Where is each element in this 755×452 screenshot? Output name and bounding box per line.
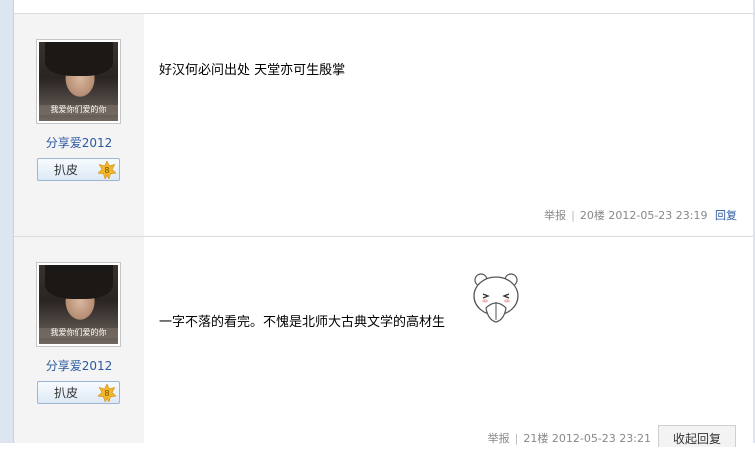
post-content: 好汉何必问出处 天堂亦可生殷掌 (159, 63, 346, 78)
floor-number: 21楼 (523, 432, 549, 445)
post-actions: 举报 | 21楼 2012-05-23 23:21 (487, 432, 651, 445)
collapse-replies-button[interactable]: 收起回复 (658, 425, 736, 447)
page-left-margin (0, 0, 14, 443)
reply-link[interactable]: 回复 (715, 209, 737, 222)
post-floor-20: 我爱你们爱的你 分享爱2012 扒皮 8 好汉何必问出处 天堂亦可生殷掌 举报 |… (14, 14, 753, 236)
level-name: 扒皮 (54, 386, 79, 400)
post-time: 2012-05-23 23:21 (551, 432, 651, 445)
author-level-badge[interactable]: 扒皮 8 (37, 381, 120, 404)
author-name-link[interactable]: 分享爱2012 (14, 357, 144, 374)
avatar-caption: 我爱你们爱的你 (39, 105, 118, 115)
author-avatar[interactable]: 我爱你们爱的你 (36, 262, 121, 347)
level-name: 扒皮 (54, 163, 79, 177)
report-link[interactable]: 举报 (488, 432, 510, 445)
author-name-link[interactable]: 分享爱2012 (14, 134, 144, 151)
author-level-badge[interactable]: 扒皮 8 (37, 158, 120, 181)
author-avatar[interactable]: 我爱你们爱的你 (36, 39, 121, 124)
avatar-image: 我爱你们爱的你 (39, 265, 118, 344)
author-panel: 我爱你们爱的你 分享爱2012 扒皮 8 (14, 14, 144, 236)
level-number: 8 (104, 388, 109, 398)
post-time: 2012-05-23 23:19 (608, 209, 708, 222)
post-floor-21: 我爱你们爱的你 分享爱2012 扒皮 8 一字不落的看完。不愧是北师大古典文学的… (14, 237, 753, 445)
avatar-caption: 我爱你们爱的你 (39, 328, 118, 338)
author-panel: 我爱你们爱的你 分享爱2012 扒皮 8 (14, 237, 144, 443)
shy-bear-emoticon (473, 273, 519, 323)
avatar-image: 我爱你们爱的你 (39, 42, 118, 121)
floor-number: 20楼 (579, 209, 605, 222)
report-link[interactable]: 举报 (544, 209, 566, 222)
post-actions: 举报 | 20楼 2012-05-23 23:19 回复 (544, 209, 737, 222)
level-star-icon: 8 (98, 161, 116, 179)
level-star-icon: 8 (98, 384, 116, 402)
post-content: 一字不落的看完。不愧是北师大古典文学的高材生 (159, 315, 446, 330)
level-number: 8 (104, 165, 109, 175)
